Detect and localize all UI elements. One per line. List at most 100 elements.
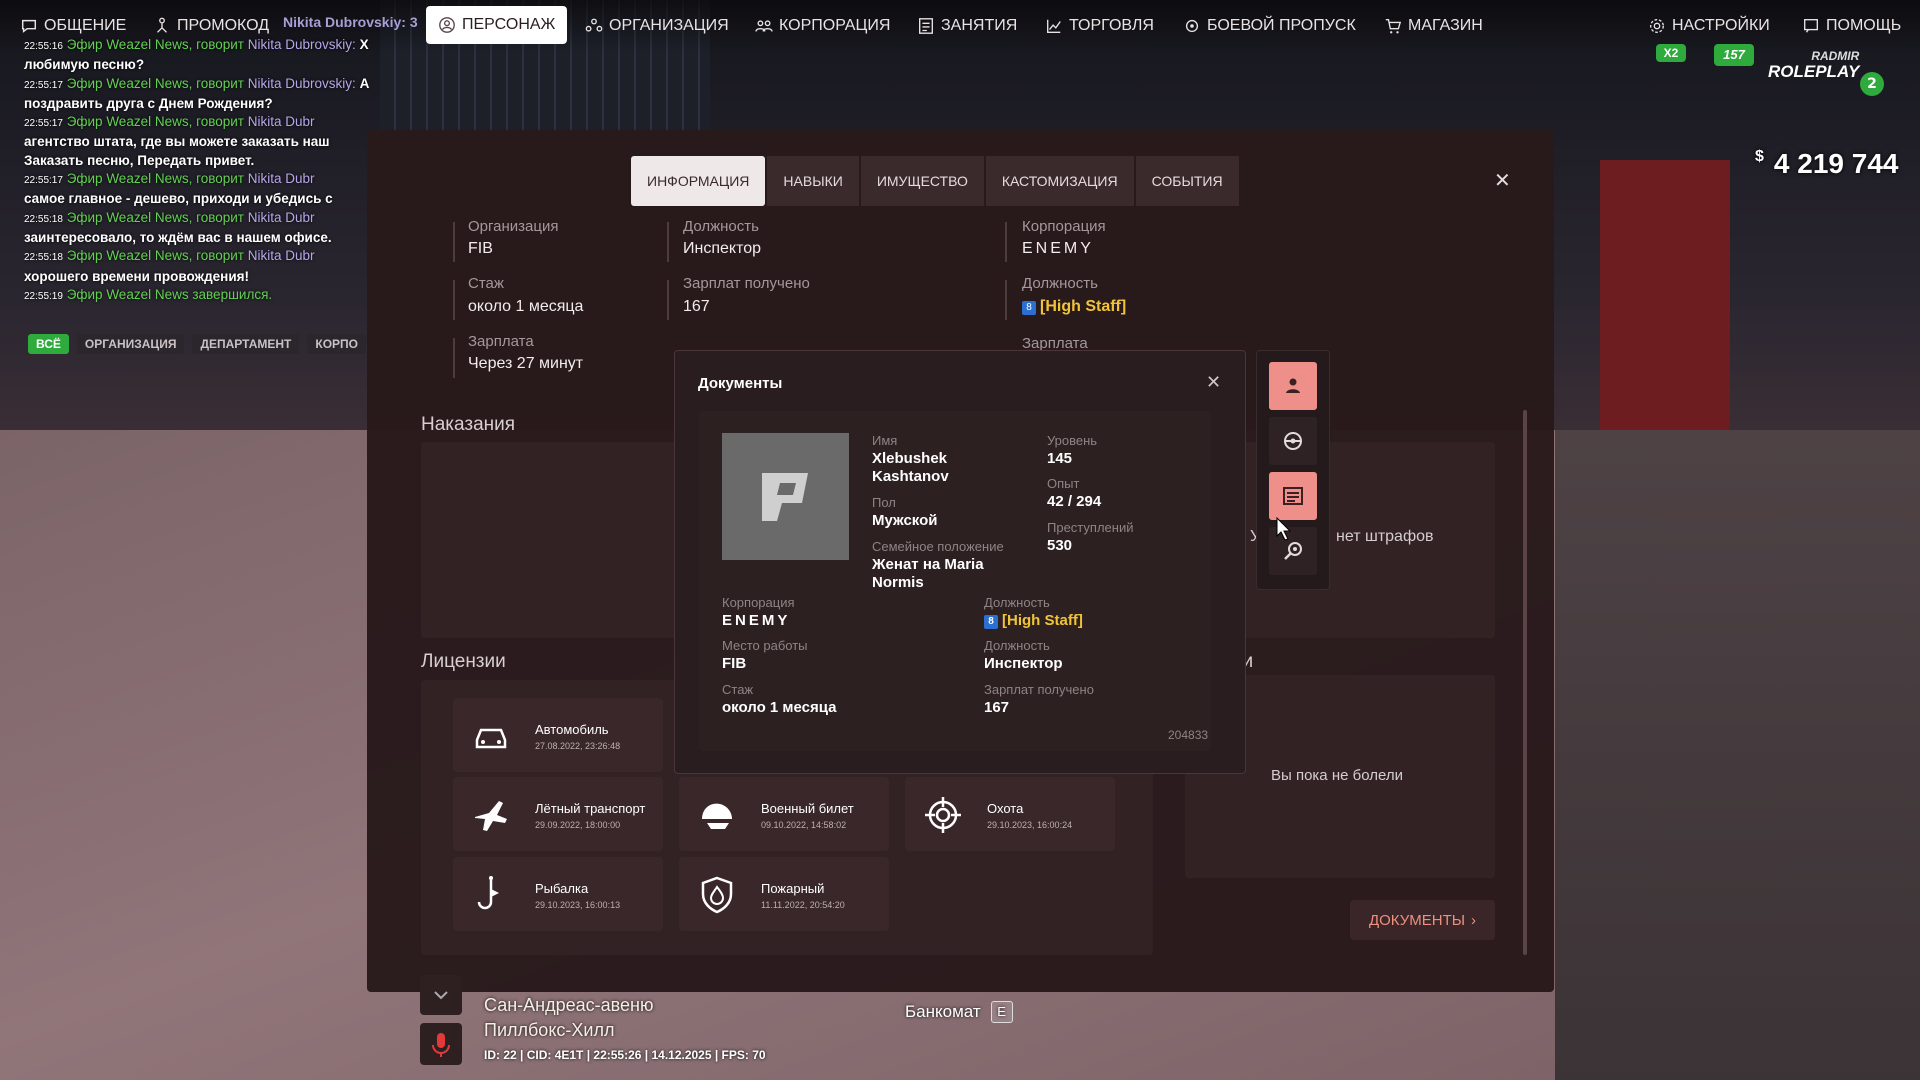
rank-badge: 8 — [984, 615, 998, 629]
divider — [667, 222, 669, 262]
corp-value: ENEMY — [722, 612, 791, 629]
license-date: 27.08.2022, 23:26:48 — [535, 741, 621, 751]
chat-line: любимую песню? — [24, 56, 369, 74]
tenure-label: Стаж — [468, 275, 504, 292]
microphone-button[interactable] — [420, 1023, 462, 1065]
helmet-icon — [702, 803, 732, 829]
nav-obshchenie[interactable]: ОБЩЕНИЕ — [20, 14, 126, 38]
chat-text: агентство штата, где вы можете заказать … — [24, 134, 330, 150]
license-date: 29.09.2022, 18:00:00 — [535, 820, 621, 830]
nav-corporation[interactable]: КОРПОРАЦИЯ — [755, 14, 890, 38]
scrollbar[interactable] — [1523, 410, 1527, 955]
car-icon — [475, 728, 507, 749]
nav-organization[interactable]: ОРГАНИЗАЦИЯ — [585, 14, 729, 38]
rank-name: [High Staff] — [1040, 298, 1127, 315]
nav-label: ЗАНЯТИЯ — [941, 17, 1018, 34]
chat-tab-corporation[interactable]: КОРПО — [307, 334, 367, 354]
chat-line: 22:55:18 Эфир Weazel News, говорит Nikit… — [24, 209, 369, 229]
chat-name: Nikita Dubr — [247, 114, 315, 130]
licenses-card-button[interactable] — [1269, 472, 1317, 520]
divider — [1005, 280, 1007, 320]
chat-name: Nikita Dubrovskiy: — [247, 75, 356, 91]
nav-promocode[interactable]: ПРОМОКОД — [153, 14, 269, 38]
exp-label: Опыт — [1047, 476, 1080, 491]
nav-trading[interactable]: ТОРГОВЛЯ — [1045, 14, 1154, 38]
passport-button[interactable] — [1269, 362, 1317, 410]
organization-value: FIB — [468, 240, 493, 257]
license-fishing[interactable]: Рыбалка 29.10.2023, 16:00:13 — [453, 857, 663, 931]
license-firefighter[interactable]: Пожарный 11.11.2022, 20:54:20 — [679, 857, 889, 931]
tab-information[interactable]: ИНФОРМАЦИЯ — [631, 156, 766, 206]
chat-text: поздравить друга с Днем Рождения? — [24, 95, 273, 111]
license-military[interactable]: Военный билет 09.10.2022, 14:58:02 — [679, 777, 889, 851]
tab-property[interactable]: ИМУЩЕСТВО — [860, 156, 984, 206]
license-date: 09.10.2022, 14:58:02 — [761, 820, 847, 830]
nav-label: КОРПОРАЦИЯ — [779, 17, 891, 34]
tenure-label: Стаж — [722, 682, 754, 697]
chat-line: 22:55:18 Эфир Weazel News, говорит Nikit… — [24, 247, 369, 267]
salary-received-value: 167 — [683, 298, 710, 315]
x2-badge: X2 — [1656, 44, 1686, 62]
mouse-cursor — [1276, 517, 1292, 541]
nav-label: НАСТРОЙКИ — [1672, 17, 1770, 34]
corporation-value: ENEMY — [1022, 240, 1094, 257]
tab-events[interactable]: СОБЫТИЯ — [1135, 156, 1239, 206]
chat-overlay-name: Nikita Dubrovskiy: 3 — [283, 14, 418, 30]
work-value: FIB — [722, 655, 747, 672]
nav-label: ПОМОЩЬ — [1826, 17, 1902, 34]
license-hunting[interactable]: Охота 29.10.2023, 16:00:24 — [905, 777, 1115, 851]
no-fines-text: нет штрафов — [1336, 528, 1434, 545]
tab-skills[interactable]: НАВЫКИ — [767, 156, 859, 206]
license-plane[interactable]: Лётный транспорт 29.09.2022, 18:00:00 — [453, 777, 663, 851]
chat-tab-all[interactable]: ВСЁ — [28, 334, 69, 354]
chevron-down-button[interactable] — [420, 975, 462, 1015]
rank-name: [High Staff] — [1002, 612, 1083, 629]
divider — [1005, 222, 1007, 262]
driver-license-button[interactable] — [1269, 417, 1317, 465]
chat-line: Заказать песню, Передать привет. — [24, 152, 369, 170]
chat-time: 22:55:17 — [24, 79, 63, 91]
nav-personazh[interactable]: ПЕРСОНАЖ — [426, 6, 568, 44]
punishments-title: Наказания — [421, 414, 516, 435]
document-number: 204833 — [1168, 728, 1209, 742]
chat-tab-department[interactable]: ДЕПАРТАМЕНТ — [192, 334, 300, 354]
chevron-right-icon: › — [1471, 911, 1477, 929]
salary-value: Через 27 минут — [468, 355, 584, 372]
documents-button-label: ДОКУМЕНТЫ — [1368, 911, 1466, 929]
nav-shop[interactable]: МАГАЗИН — [1384, 14, 1483, 38]
chat-line: агентство штата, где вы можете заказать … — [24, 133, 369, 151]
tab-customization[interactable]: КАСТОМИЗАЦИЯ — [985, 156, 1134, 206]
organization-label: Организация — [468, 218, 559, 235]
documents-button[interactable]: ДОКУМЕНТЫ › — [1350, 900, 1495, 940]
chat-line: 22:55:17 Эфир Weazel News, говорит Nikit… — [24, 113, 369, 133]
nav-battle-pass[interactable]: БОЕВОЙ ПРОПУСК — [1183, 14, 1356, 38]
divider — [453, 280, 455, 320]
tenure-value: около 1 месяца — [722, 699, 837, 716]
chat-tab-organization[interactable]: ОРГАНИЗАЦИЯ — [76, 334, 185, 354]
fire-shield-icon — [701, 876, 733, 914]
license-title: Лётный транспорт — [535, 801, 646, 816]
chat-line: поздравить друга с Днем Рождения? — [24, 95, 369, 113]
location-display: Сан-Андреас-авеню Пиллбокс-Хилл — [484, 993, 653, 1043]
exp-value: 42 / 294 — [1047, 493, 1102, 510]
close-icon[interactable]: ✕ — [1494, 168, 1511, 192]
chat-channel: Эфир Weazel News, говорит — [66, 209, 244, 225]
nav-help[interactable]: ПОМОЩЬ — [1802, 14, 1901, 38]
gear-badge-icon — [1185, 19, 1199, 33]
chat-name: Nikita Dubr — [247, 171, 315, 187]
corp-position-label: Должность — [1022, 275, 1098, 292]
chat-text: Заказать песню, Передать привет. — [24, 152, 255, 168]
chat-bubble-icon — [21, 19, 37, 33]
work-label: Место работы — [722, 638, 808, 653]
documents-title: Документы — [698, 375, 783, 392]
chat-line: 22:55:17 Эфир Weazel News, говорит Nikit… — [24, 170, 369, 190]
corp-position-value: 8 [High Staff] — [1022, 298, 1126, 316]
position-value: Инспектор — [984, 655, 1063, 672]
close-icon[interactable]: ✕ — [1206, 372, 1221, 393]
group-icon — [585, 18, 603, 32]
nav-activities[interactable]: ЗАНЯТИЯ — [917, 14, 1017, 38]
nav-settings[interactable]: НАСТРОЙКИ — [1648, 14, 1770, 38]
license-car[interactable]: Автомобиль 27.08.2022, 23:26:48 — [453, 698, 663, 772]
name-label: Имя — [872, 433, 898, 448]
divider — [453, 222, 455, 262]
